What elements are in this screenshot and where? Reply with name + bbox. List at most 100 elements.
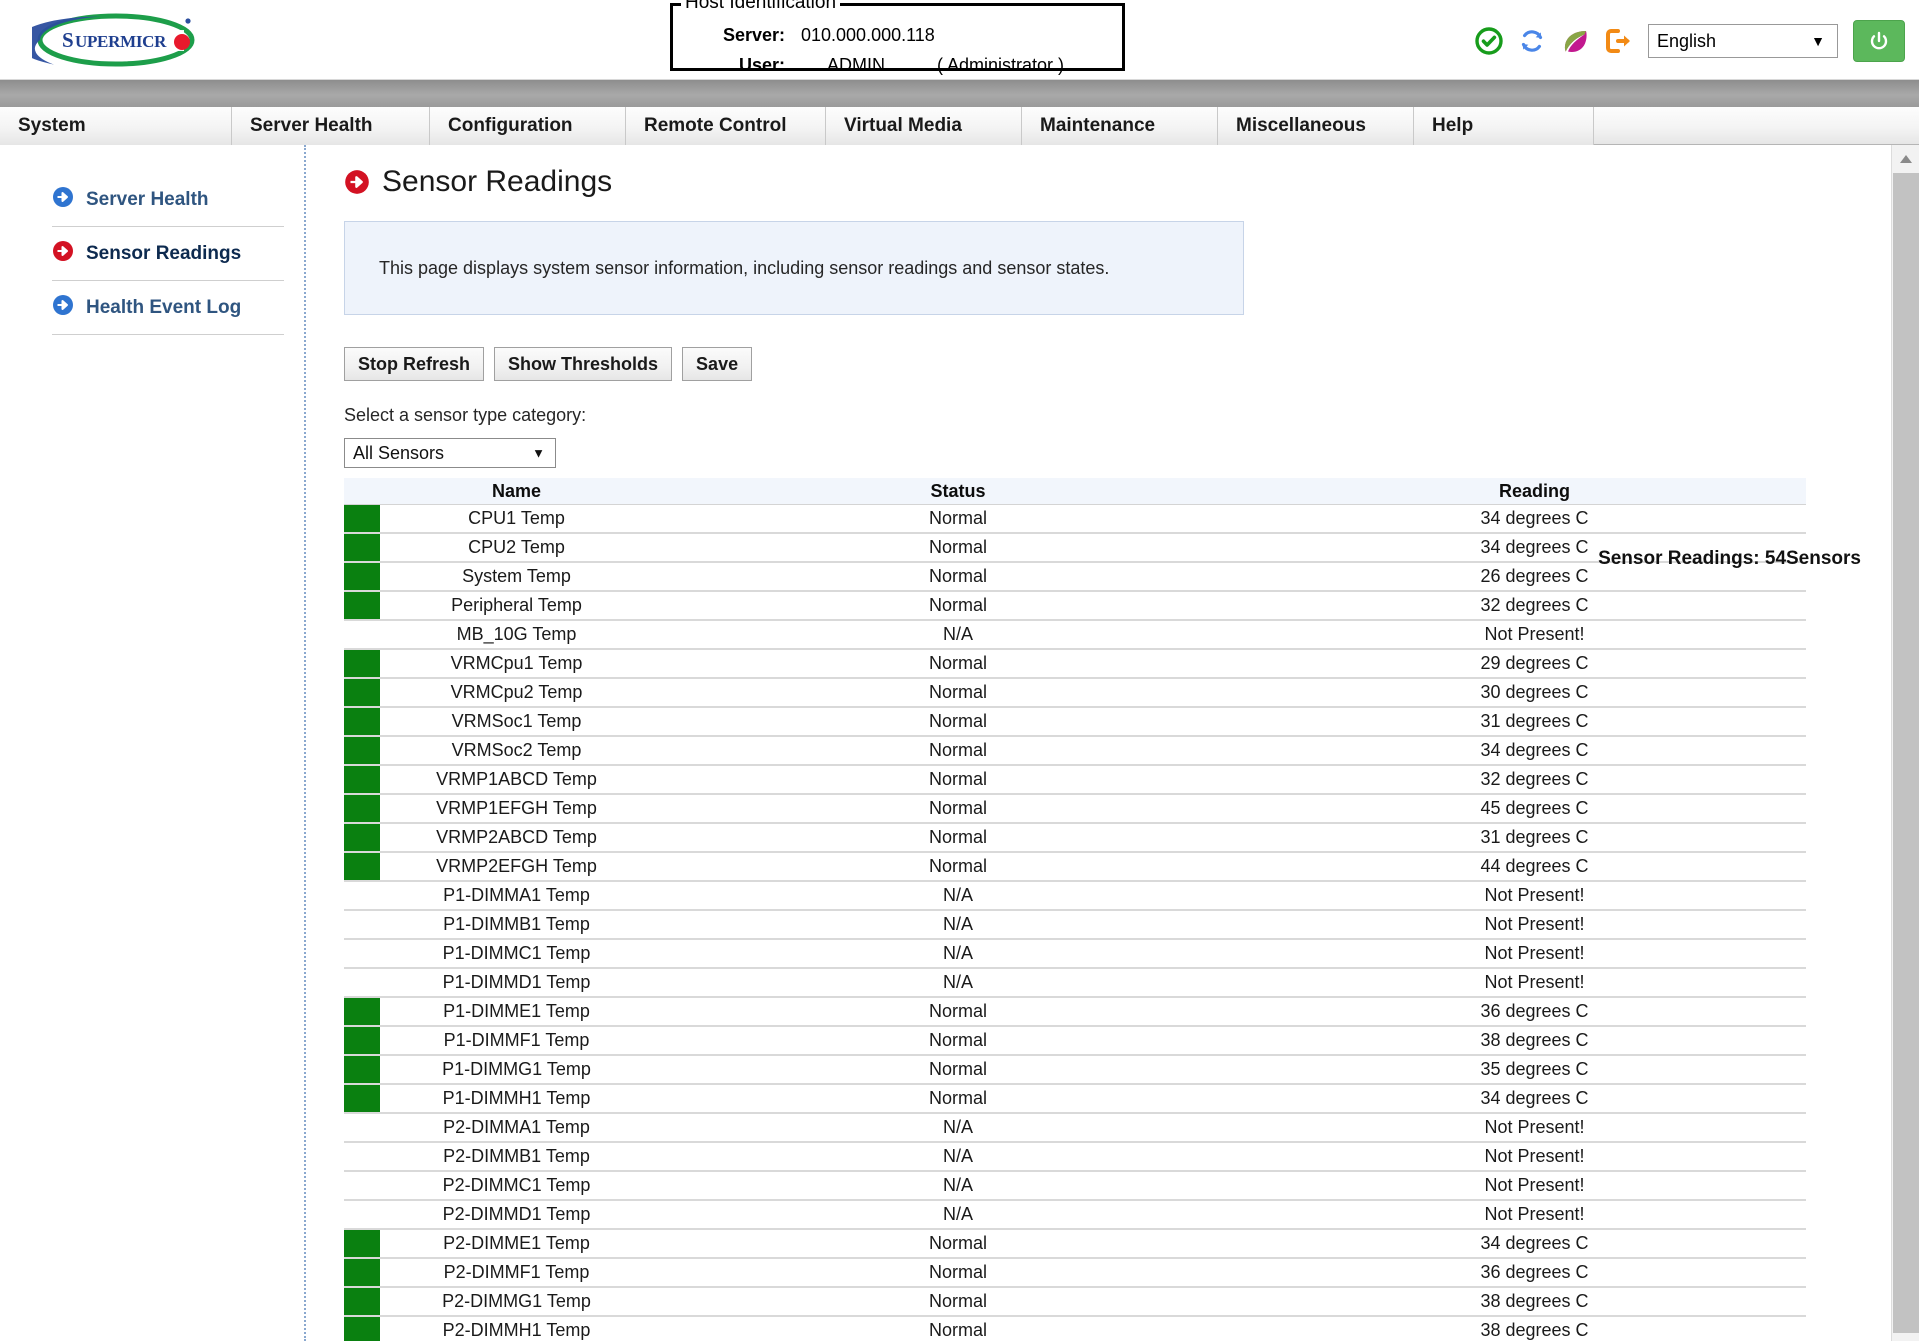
table-header-name: Name <box>380 481 653 502</box>
cell-sensor-reading: Not Present! <box>1263 1172 1806 1199</box>
table-row: VRMP1EFGH TempNormal45 degrees C <box>344 795 1806 824</box>
logout-icon[interactable] <box>1601 24 1635 58</box>
leaf-icon[interactable] <box>1558 24 1592 58</box>
cell-sensor-reading: Not Present! <box>1263 1201 1806 1228</box>
save-button[interactable]: Save <box>682 347 752 381</box>
svg-text:UPERMICR: UPERMICR <box>75 32 167 51</box>
sensor-category-select[interactable]: All Sensors ▼ <box>344 438 556 468</box>
cell-sensor-name: P2-DIMMC1 Temp <box>380 1172 653 1199</box>
table-row: P1-DIMMG1 TempNormal35 degrees C <box>344 1056 1806 1085</box>
nav-item-system[interactable]: System <box>0 107 232 145</box>
status-indicator-ok <box>344 1288 380 1315</box>
chevron-down-icon: ▼ <box>1811 33 1825 49</box>
cell-sensor-reading: 32 degrees C <box>1263 766 1806 793</box>
nav-item-miscellaneous[interactable]: Miscellaneous <box>1218 107 1414 145</box>
sidebar-label-server-health: Server Health <box>86 189 209 211</box>
status-indicator-ok <box>344 563 380 590</box>
cell-sensor-status: N/A <box>653 882 1263 909</box>
cell-sensor-name: VRMP2EFGH Temp <box>380 853 653 880</box>
status-indicator-ok <box>344 1085 380 1112</box>
status-indicator-ok <box>344 737 380 764</box>
cell-sensor-status: Normal <box>653 563 1263 590</box>
nav-item-configuration[interactable]: Configuration <box>430 107 626 145</box>
scrollbar-thumb[interactable] <box>1893 173 1919 1333</box>
cell-sensor-name: P1-DIMME1 Temp <box>380 998 653 1025</box>
power-button[interactable] <box>1853 20 1905 62</box>
cell-sensor-name: VRMP1ABCD Temp <box>380 766 653 793</box>
table-row: Peripheral TempNormal32 degrees C <box>344 592 1806 621</box>
nav-item-virtual-media[interactable]: Virtual Media <box>826 107 1022 145</box>
scroll-up-arrow-icon[interactable] <box>1892 145 1919 173</box>
sidebar-item-server-health[interactable]: Server Health <box>52 173 284 227</box>
table-row: VRMSoc2 TempNormal34 degrees C <box>344 737 1806 766</box>
cell-sensor-status: N/A <box>653 940 1263 967</box>
page-title: Sensor Readings <box>344 165 1919 199</box>
cell-sensor-name: P1-DIMMH1 Temp <box>380 1085 653 1112</box>
sidebar: Server Health Sensor Readings Health Eve… <box>0 145 306 1341</box>
cell-sensor-reading: 45 degrees C <box>1263 795 1806 822</box>
host-server-label: Server: <box>693 25 785 46</box>
sidebar-item-health-event-log[interactable]: Health Event Log <box>52 281 284 335</box>
status-indicator-ok <box>344 1027 380 1054</box>
table-row: P1-DIMMH1 TempNormal34 degrees C <box>344 1085 1806 1114</box>
table-header-row: Name Status Reading <box>344 478 1806 505</box>
table-header-status: Status <box>653 481 1263 502</box>
cell-sensor-status: Normal <box>653 708 1263 735</box>
nav-item-remote-control[interactable]: Remote Control <box>626 107 826 145</box>
cell-sensor-name: CPU1 Temp <box>380 505 653 532</box>
sensor-count-label: Sensor Readings: 54Sensors <box>1598 548 1861 570</box>
cell-sensor-status: Normal <box>653 1027 1263 1054</box>
cell-sensor-status: Normal <box>653 795 1263 822</box>
status-indicator-ok <box>344 795 380 822</box>
cell-sensor-status: Normal <box>653 1230 1263 1257</box>
cell-sensor-name: P1-DIMMB1 Temp <box>380 911 653 938</box>
table-row: P2-DIMMH1 TempNormal38 degrees C <box>344 1317 1806 1341</box>
status-indicator-none <box>344 1143 380 1170</box>
cell-sensor-name: P2-DIMMH1 Temp <box>380 1317 653 1341</box>
status-indicator-ok <box>344 1259 380 1286</box>
cell-sensor-status: N/A <box>653 1114 1263 1141</box>
nav-item-server-health[interactable]: Server Health <box>232 107 430 145</box>
cell-sensor-reading: 32 degrees C <box>1263 592 1806 619</box>
status-indicator-none <box>344 940 380 967</box>
cell-sensor-status: Normal <box>653 1085 1263 1112</box>
main-navigation: System Server Health Configuration Remot… <box>0 107 1919 145</box>
host-identification-legend: Host Identification <box>681 0 840 12</box>
cell-sensor-name: VRMCpu1 Temp <box>380 650 653 677</box>
table-row: VRMCpu2 TempNormal30 degrees C <box>344 679 1806 708</box>
cell-sensor-reading: Not Present! <box>1263 1143 1806 1170</box>
cell-sensor-status: Normal <box>653 650 1263 677</box>
cell-sensor-status: Normal <box>653 679 1263 706</box>
cell-sensor-status: Normal <box>653 853 1263 880</box>
language-select-value: English <box>1657 31 1716 52</box>
vertical-scrollbar[interactable] <box>1891 145 1919 1341</box>
cell-sensor-status: Normal <box>653 505 1263 532</box>
table-row: P2-DIMMC1 TempN/ANot Present! <box>344 1172 1806 1201</box>
supermicro-logo: S UPERMICR <box>32 12 222 68</box>
cell-sensor-reading: Not Present! <box>1263 969 1806 996</box>
stop-refresh-button[interactable]: Stop Refresh <box>344 347 484 381</box>
cell-sensor-reading: 34 degrees C <box>1263 1230 1806 1257</box>
nav-item-maintenance[interactable]: Maintenance <box>1022 107 1218 145</box>
table-body: CPU1 TempNormal34 degrees CCPU2 TempNorm… <box>344 505 1806 1341</box>
table-row: P2-DIMMB1 TempN/ANot Present! <box>344 1143 1806 1172</box>
show-thresholds-button[interactable]: Show Thresholds <box>494 347 672 381</box>
cell-sensor-name: VRMP2ABCD Temp <box>380 824 653 851</box>
sidebar-item-sensor-readings[interactable]: Sensor Readings <box>52 227 284 281</box>
status-indicator-ok <box>344 1230 380 1257</box>
nav-item-help[interactable]: Help <box>1414 107 1594 145</box>
language-select[interactable]: English ▼ <box>1648 24 1838 58</box>
table-row: P1-DIMMA1 TempN/ANot Present! <box>344 882 1806 911</box>
action-button-row: Stop Refresh Show Thresholds Save <box>344 347 1919 381</box>
cell-sensor-name: P2-DIMMD1 Temp <box>380 1201 653 1228</box>
cell-sensor-reading: 34 degrees C <box>1263 1085 1806 1112</box>
cell-sensor-reading: Not Present! <box>1263 882 1806 909</box>
status-indicator-ok <box>344 505 380 532</box>
refresh-icon[interactable] <box>1515 24 1549 58</box>
check-circle-icon[interactable] <box>1472 24 1506 58</box>
sensor-category-label: Select a sensor type category: <box>344 405 1919 426</box>
arrow-right-blue-icon <box>52 186 74 213</box>
nav-gradient-strip <box>0 80 1919 107</box>
table-row: P2-DIMME1 TempNormal34 degrees C <box>344 1230 1806 1259</box>
cell-sensor-reading: Not Present! <box>1263 1114 1806 1141</box>
